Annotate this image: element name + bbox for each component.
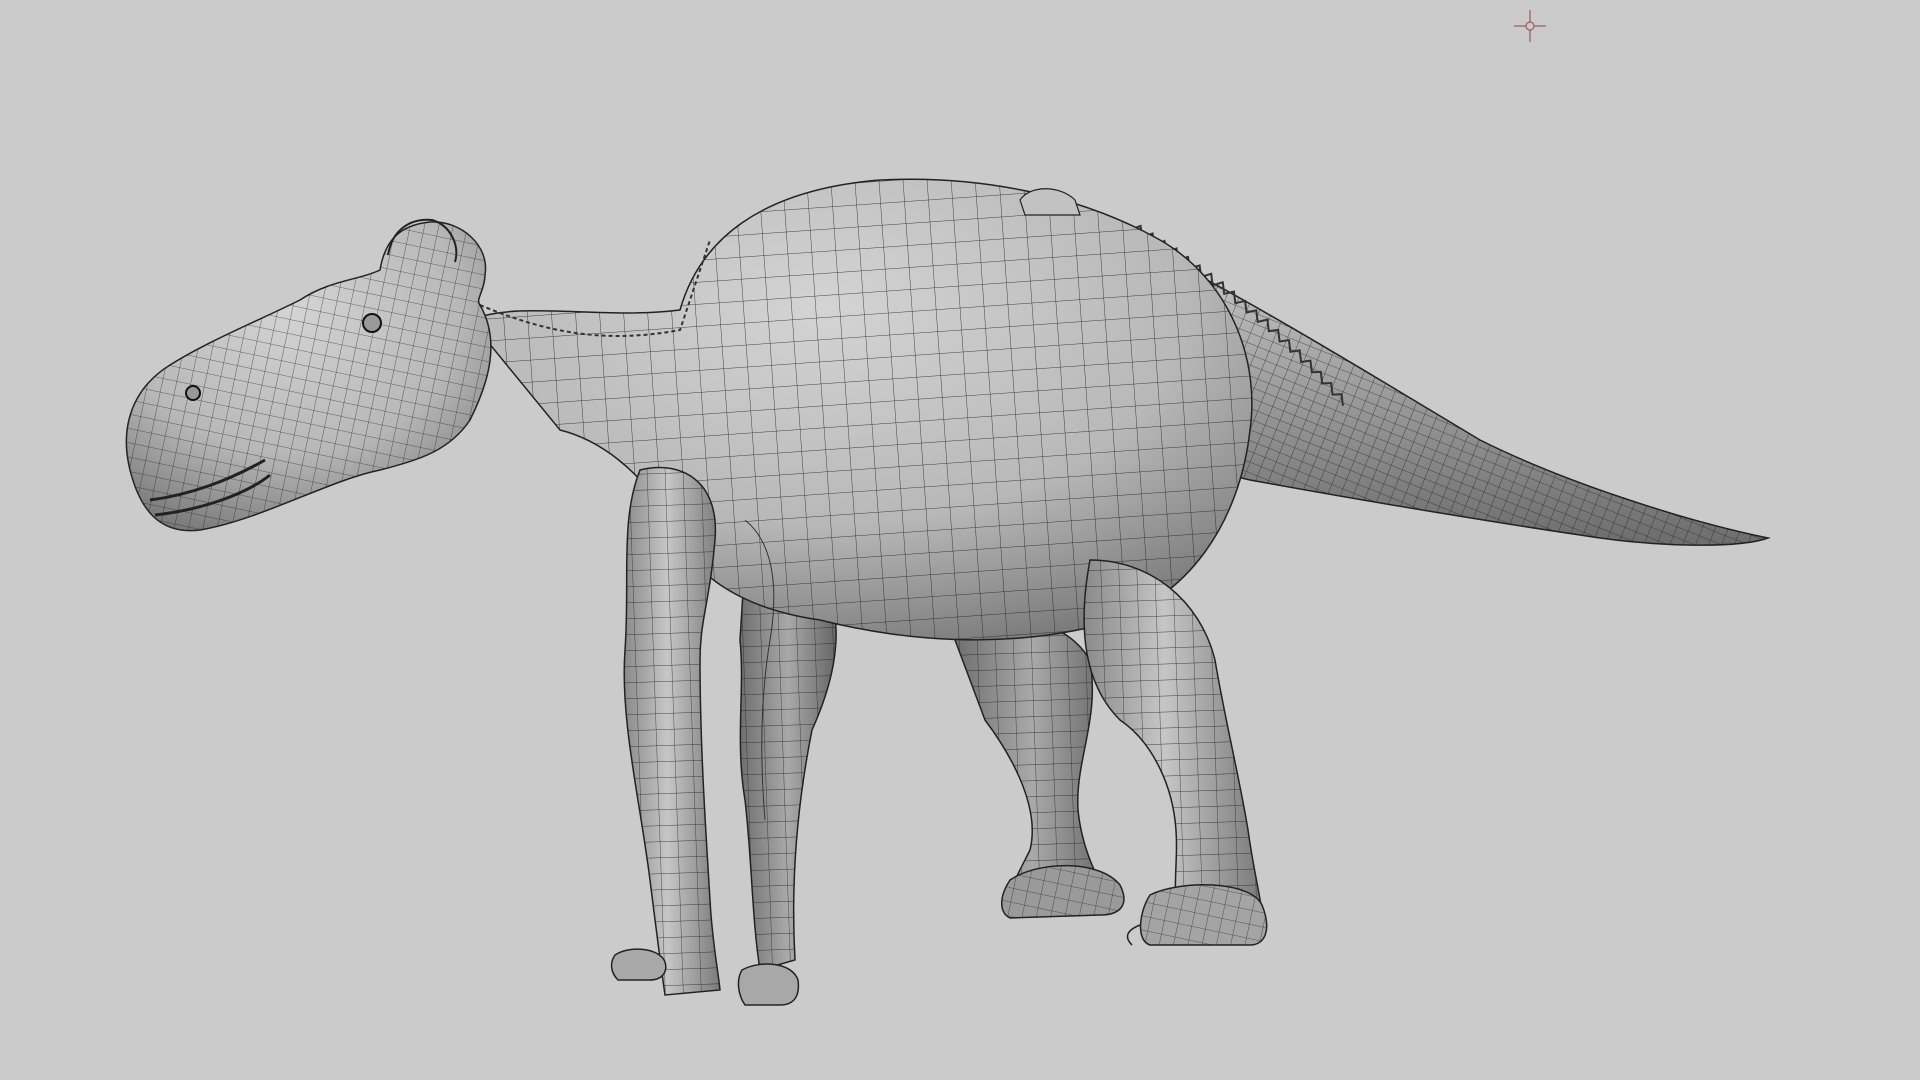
near-hind-leg[interactable] bbox=[1083, 559, 1263, 926]
head[interactable] bbox=[125, 218, 492, 532]
eye bbox=[362, 313, 382, 333]
pivot-crosshair-icon[interactable] bbox=[1512, 8, 1548, 44]
nostril bbox=[185, 385, 201, 401]
viewport-scene[interactable] bbox=[0, 0, 1920, 1080]
near-hind-foot[interactable] bbox=[1126, 884, 1268, 946]
3d-viewport[interactable] bbox=[0, 0, 1920, 1080]
